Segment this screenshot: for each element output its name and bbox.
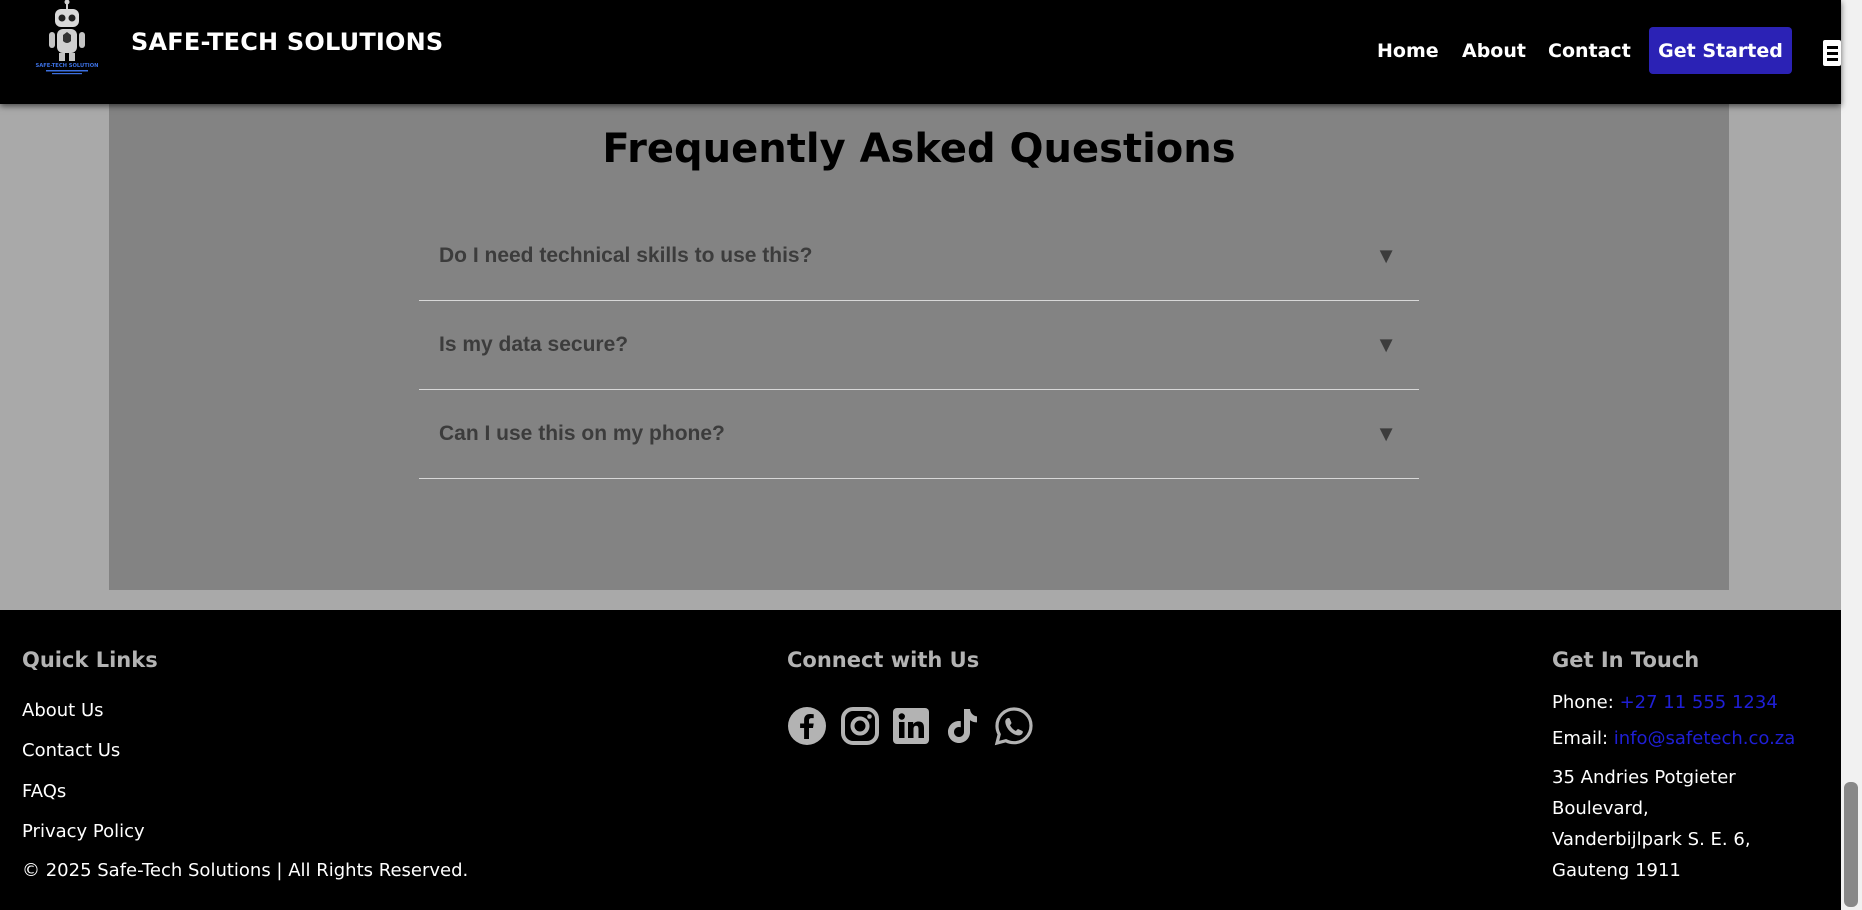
chevron-down-icon: ▼ [1375, 332, 1397, 357]
faq-question: Is my data secure? [439, 333, 629, 356]
brand-name: SAFE-TECH SOLUTIONS [131, 28, 444, 56]
linkedin-icon[interactable] [891, 706, 931, 746]
scrollbar-track[interactable] [1841, 0, 1862, 910]
whatsapp-icon[interactable] [994, 706, 1034, 746]
email-line: Email: info@safetech.co.za [1552, 728, 1795, 749]
phone-line: Phone: +27 11 555 1234 [1552, 692, 1778, 713]
chevron-down-icon: ▼ [1375, 243, 1397, 268]
scrollbar-thumb[interactable] [1844, 782, 1858, 907]
hamburger-icon[interactable] [1823, 40, 1841, 66]
faq-item[interactable]: Can I use this on my phone? ▼ [419, 390, 1419, 479]
copyright: © 2025 Safe-Tech Solutions | All Rights … [22, 860, 469, 881]
connect-heading: Connect with Us [787, 648, 980, 672]
address-line: 35 Andries Potgieter Boulevard, [1552, 767, 1736, 819]
instagram-icon[interactable] [840, 706, 880, 746]
address-line: Vanderbijlpark S. E. 6, [1552, 829, 1751, 850]
footer-link-faqs[interactable]: FAQs [22, 781, 66, 802]
footer-link-about[interactable]: About Us [22, 700, 104, 721]
footer-link-contact[interactable]: Contact Us [22, 740, 120, 761]
faq-title: Frequently Asked Questions [602, 126, 1236, 172]
nav-home[interactable]: Home [1377, 40, 1439, 62]
email-label: Email: [1552, 728, 1609, 749]
phone-link[interactable]: +27 11 555 1234 [1620, 692, 1778, 713]
faq-question: Can I use this on my phone? [439, 422, 725, 445]
site-footer: Quick Links About Us Contact Us FAQs Pri… [0, 610, 1841, 910]
phone-label: Phone: [1552, 692, 1614, 713]
faq-item[interactable]: Do I need technical skills to use this? … [419, 212, 1419, 301]
get-started-button[interactable]: Get Started [1649, 27, 1792, 74]
tiktok-icon[interactable] [942, 706, 982, 746]
faq-question: Do I need technical skills to use this? [439, 244, 813, 267]
footer-link-privacy[interactable]: Privacy Policy [22, 821, 145, 842]
facebook-icon[interactable] [787, 706, 827, 746]
faq-section: Frequently Asked Questions Do I need tec… [109, 104, 1729, 590]
nav-contact[interactable]: Contact [1548, 40, 1631, 62]
address: 35 Andries Potgieter Boulevard, Vanderbi… [1552, 762, 1837, 886]
quick-links-heading: Quick Links [22, 648, 158, 672]
logo[interactable]: SAFE-TECH SOLUTION [30, 0, 105, 78]
logo-text: SAFE-TECH SOLUTION [36, 63, 99, 69]
get-in-touch-heading: Get In Touch [1552, 648, 1700, 672]
nav-about[interactable]: About [1462, 40, 1526, 62]
address-line: Gauteng 1911 [1552, 860, 1681, 881]
faq-item[interactable]: Is my data secure? ▼ [419, 301, 1419, 390]
site-header: SAFE-TECH SOLUTION SAFE-TECH SOLUTIONS H… [0, 0, 1841, 104]
email-link[interactable]: info@safetech.co.za [1614, 728, 1796, 749]
chevron-down-icon: ▼ [1375, 421, 1397, 446]
